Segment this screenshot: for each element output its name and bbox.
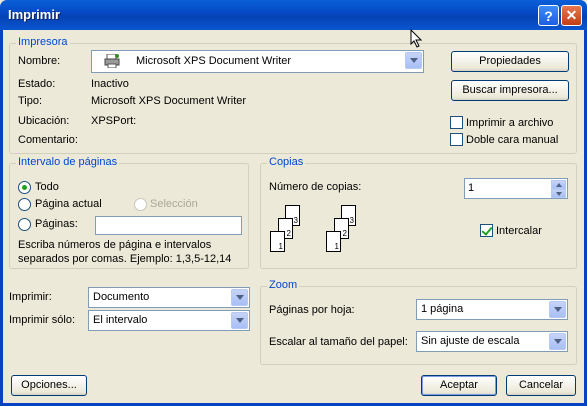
properties-button[interactable]: Propiedades — [451, 51, 569, 72]
printer-group-title: Impresora — [16, 36, 70, 48]
radio-current-page[interactable] — [18, 198, 31, 211]
chevron-down-icon[interactable] — [405, 52, 422, 69]
printer-name-value: Microsoft XPS Document Writer — [136, 55, 292, 67]
chevron-down-icon[interactable] — [231, 312, 248, 329]
chevron-down-icon[interactable] — [549, 301, 566, 318]
chevron-down-icon[interactable] — [549, 333, 566, 350]
pages-per-sheet-select[interactable]: 1 página — [416, 299, 568, 320]
copies-count-value: 1 — [468, 182, 475, 194]
collate-checkbox[interactable] — [480, 224, 493, 237]
print-what-value: Documento — [93, 291, 150, 303]
print-to-file-label[interactable]: Imprimir a archivo — [466, 117, 553, 129]
help-button[interactable]: ? — [538, 5, 559, 26]
radio-all-label[interactable]: Todo — [35, 181, 59, 193]
zoom-group-title: Zoom — [267, 279, 300, 291]
print-only-value: El intervalo — [93, 314, 148, 326]
scale-value: Sin ajuste de escala — [421, 335, 520, 347]
printer-name-select[interactable]: Microsoft XPS Document Writer — [91, 50, 424, 73]
print-to-file-checkbox[interactable] — [450, 116, 463, 129]
collate-label[interactable]: Intercalar — [496, 225, 542, 237]
copies-count-stepper[interactable]: 1 — [464, 178, 568, 199]
manual-duplex-checkbox[interactable] — [450, 133, 463, 146]
page-range-group-title: Intervalo de páginas — [16, 156, 120, 168]
type-label: Tipo: — [18, 95, 43, 107]
comment-label: Comentario: — [18, 134, 78, 146]
print-only-label: Imprimir sólo: — [9, 314, 76, 326]
print-what-label: Imprimir: — [9, 291, 52, 303]
window-title: Imprimir — [8, 7, 61, 22]
chevron-down-icon[interactable] — [231, 289, 248, 306]
radio-pages-label[interactable]: Páginas: — [35, 218, 78, 230]
title-bar[interactable]: Imprimir ? ✕ — [0, 0, 587, 30]
scale-label: Escalar al tamaño del papel: — [269, 336, 408, 348]
printer-name-label: Nombre: — [18, 55, 61, 67]
collate-page-1a: 1 — [270, 231, 285, 252]
options-button[interactable]: Opciones... — [11, 375, 87, 396]
pages-per-sheet-label: Páginas por hoja: — [269, 304, 355, 316]
status-value: Inactivo — [91, 78, 129, 90]
radio-pages[interactable] — [18, 218, 31, 231]
status-label: Estado: — [18, 78, 56, 90]
manual-duplex-label[interactable]: Doble cara manual — [466, 134, 558, 146]
ok-button[interactable]: Aceptar — [421, 375, 497, 396]
mouse-pointer-icon — [410, 28, 423, 48]
pages-per-sheet-value: 1 página — [421, 303, 464, 315]
find-printer-button[interactable]: Buscar impresora... — [451, 80, 569, 101]
scale-select[interactable]: Sin ajuste de escala — [416, 331, 568, 352]
radio-all[interactable] — [18, 181, 31, 194]
cancel-button[interactable]: Cancelar — [506, 375, 576, 396]
page-range-hint-line1: Escriba números de página e intervalos — [18, 239, 212, 251]
close-button[interactable]: ✕ — [561, 5, 582, 26]
print-what-select[interactable]: Documento — [88, 287, 250, 308]
spin-down-icon[interactable] — [551, 189, 566, 198]
copies-group-title: Copias — [267, 156, 306, 168]
type-value: Microsoft XPS Document Writer — [91, 95, 247, 107]
radio-selection[interactable] — [134, 198, 147, 211]
location-label: Ubicación: — [18, 115, 70, 127]
collate-page-1b: 1 — [326, 231, 341, 252]
print-only-select[interactable]: El intervalo — [88, 310, 250, 331]
spin-up-icon[interactable] — [551, 180, 566, 189]
location-value: XPSPort: — [91, 115, 137, 127]
radio-current-page-label[interactable]: Página actual — [35, 198, 102, 210]
page-range-hint-line2: separados por comas. Ejemplo: 1,3,5-12,1… — [18, 253, 232, 265]
radio-selection-label[interactable]: Selección — [150, 198, 198, 210]
copies-count-label: Número de copias: — [269, 181, 362, 193]
pages-input[interactable] — [95, 216, 242, 235]
printer-icon — [104, 53, 120, 69]
zoom-group: Zoom — [260, 279, 577, 365]
